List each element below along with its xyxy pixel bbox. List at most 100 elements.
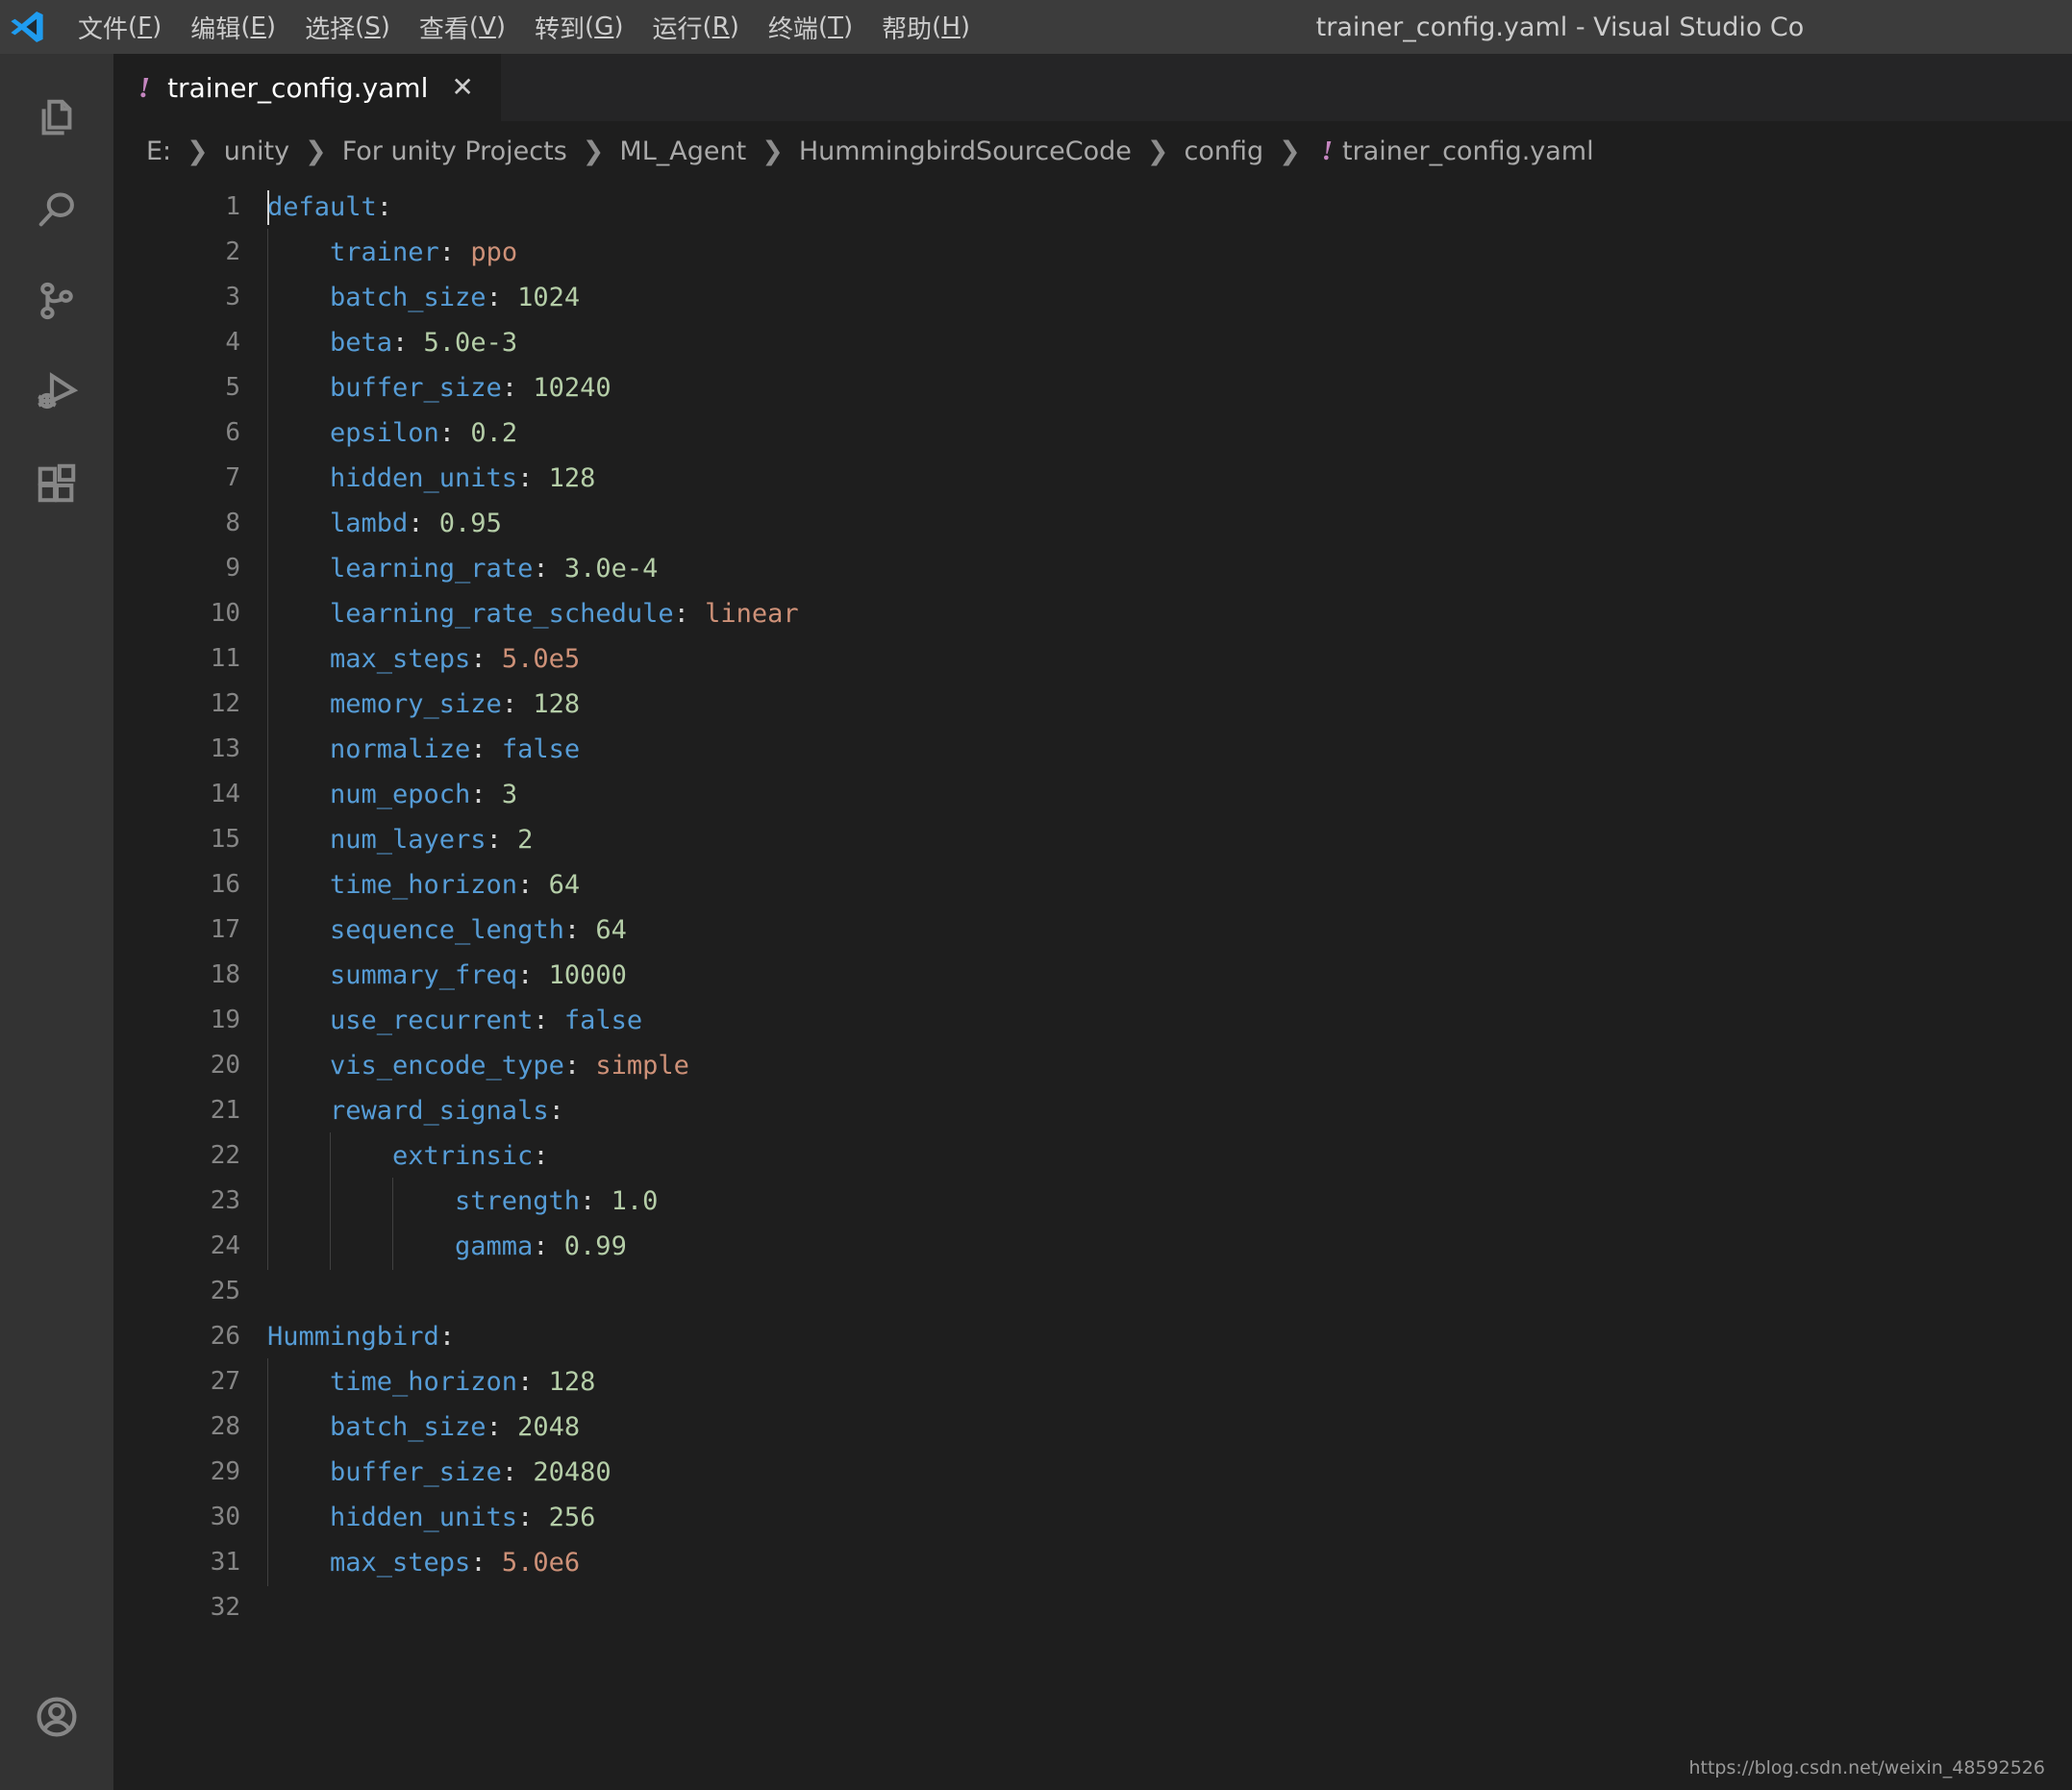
- line-number: 3: [225, 283, 240, 311]
- menu-item-label: 查看: [418, 14, 469, 44]
- code-line[interactable]: 2 trainer: ppo: [113, 229, 2072, 276]
- menu-item-mnemonic: (T): [817, 12, 854, 41]
- code-line[interactable]: 12 memory_size: 128: [113, 681, 2072, 728]
- token-colon: :: [438, 237, 471, 267]
- token-colon: :: [470, 780, 502, 809]
- code-line[interactable]: 22 extrinsic:: [113, 1132, 2072, 1180]
- code-line[interactable]: 3 batch_size: 1024: [113, 274, 2072, 321]
- code-line[interactable]: 28 batch_size: 2048: [113, 1404, 2072, 1451]
- token-key: batch_size: [330, 283, 487, 312]
- menu-item-f[interactable]: 文件 (F): [63, 0, 176, 54]
- indent-guide: [392, 1178, 393, 1225]
- activitybar-item-explorer[interactable]: [0, 75, 113, 166]
- token-colon: :: [438, 1322, 456, 1352]
- code-line[interactable]: 8 lambd: 0.95: [113, 500, 2072, 547]
- token-colon: :: [533, 1006, 564, 1035]
- code-line[interactable]: 32: [113, 1585, 2072, 1630]
- code-line[interactable]: 10 learning_rate_schedule: linear: [113, 590, 2072, 637]
- code-line[interactable]: 31 max_steps: 5.0e6: [113, 1539, 2072, 1586]
- breadcrumb-item[interactable]: trainer_config.yaml: [1338, 137, 1598, 166]
- editor-tab-trainer-config[interactable]: ! trainer_config.yaml ✕: [113, 54, 502, 121]
- code-line[interactable]: 5 buffer_size: 10240: [113, 364, 2072, 411]
- menu-item-h[interactable]: 帮助 (H): [867, 0, 985, 54]
- code-line-text: gamma: 0.99: [267, 1223, 2072, 1270]
- editor-tabs: ! trainer_config.yaml ✕: [113, 54, 2072, 121]
- code-editor[interactable]: 1 default: 2 trainer: ppo 3 batch_size: 1024 4…: [113, 181, 2072, 1790]
- menu-item-label: 终端: [767, 14, 818, 44]
- code-line[interactable]: 18 summary_freq: 10000: [113, 952, 2072, 999]
- token-key: vis_encode_type: [330, 1051, 564, 1081]
- code-line-text: Hummingbird:: [267, 1314, 2072, 1359]
- code-line[interactable]: 7 hidden_units: 128: [113, 455, 2072, 502]
- close-icon[interactable]: ✕: [445, 70, 479, 105]
- token-key: default: [267, 192, 377, 222]
- line-number: 18: [210, 960, 240, 989]
- token-key: num_layers: [330, 825, 487, 855]
- menu-item-label: 文件: [78, 14, 129, 44]
- breadcrumb-item[interactable]: config: [1180, 137, 1267, 166]
- menu-item-t[interactable]: 终端 (T): [754, 0, 867, 54]
- indent-guide: [267, 635, 268, 683]
- indent-guide: [392, 1223, 393, 1270]
- token-colon: :: [501, 689, 534, 719]
- code-line[interactable]: 27 time_horizon: 128: [113, 1358, 2072, 1405]
- code-line[interactable]: 14 num_epoch: 3: [113, 771, 2072, 818]
- token-colon: :: [517, 1367, 549, 1397]
- code-line[interactable]: 30 hidden_units: 256: [113, 1494, 2072, 1541]
- menu-item-mnemonic: (H): [932, 12, 971, 41]
- line-number: 30: [210, 1503, 240, 1531]
- token-num: 1.0: [611, 1186, 659, 1216]
- breadcrumb-item[interactable]: ML_Agent: [615, 137, 750, 166]
- code-line[interactable]: 16 time_horizon: 64: [113, 861, 2072, 908]
- line-number: 17: [210, 915, 240, 944]
- code-line[interactable]: 19 use_recurrent: false: [113, 997, 2072, 1044]
- menu-item-label: 帮助: [882, 14, 933, 44]
- code-line[interactable]: 29 buffer_size: 20480: [113, 1449, 2072, 1496]
- code-line[interactable]: 25: [113, 1269, 2072, 1314]
- breadcrumb-yaml-file-icon: !: [1321, 135, 1334, 166]
- menu-item-e[interactable]: 编辑 (E): [176, 0, 290, 54]
- menu-item-label: 选择: [305, 14, 356, 44]
- breadcrumb-item[interactable]: unity: [220, 137, 293, 166]
- breadcrumb-item[interactable]: For unity Projects: [338, 137, 571, 166]
- menu-item-s[interactable]: 选择 (S): [290, 0, 405, 54]
- activitybar-item-run-and-debug[interactable]: [0, 349, 113, 440]
- line-number: 16: [210, 870, 240, 899]
- menu-item-r[interactable]: 运行 (R): [638, 0, 754, 54]
- code-line[interactable]: 13 normalize: false: [113, 726, 2072, 773]
- code-line[interactable]: 15 num_layers: 2: [113, 816, 2072, 863]
- token-num: 0.2: [470, 418, 518, 448]
- token-bool: false: [563, 1006, 643, 1035]
- code-line[interactable]: 4 beta: 5.0e-3: [113, 319, 2072, 366]
- code-line[interactable]: 26 Hummingbird:: [113, 1314, 2072, 1359]
- indent-guide: [267, 997, 268, 1044]
- code-line[interactable]: 21 reward_signals:: [113, 1087, 2072, 1134]
- code-line-text: max_steps: 5.0e6: [267, 1539, 2072, 1586]
- token-num: 128: [533, 689, 581, 719]
- activitybar-item-accounts[interactable]: [0, 1674, 113, 1765]
- code-line[interactable]: 6 epsilon: 0.2: [113, 410, 2072, 457]
- indent-guide: [267, 1494, 268, 1541]
- code-line[interactable]: 11 max_steps: 5.0e5: [113, 635, 2072, 683]
- menu-item-v[interactable]: 查看 (V): [405, 0, 520, 54]
- code-line[interactable]: 20 vis_encode_type: simple: [113, 1042, 2072, 1089]
- token-colon: :: [533, 554, 564, 584]
- code-line[interactable]: 1 default:: [113, 185, 2072, 230]
- token-key: learning_rate_schedule: [330, 599, 674, 629]
- token-colon: :: [470, 1548, 502, 1578]
- code-line[interactable]: 24 gamma: 0.99: [113, 1223, 2072, 1270]
- token-str: linear: [705, 599, 799, 629]
- activitybar-item-search[interactable]: [0, 166, 113, 258]
- line-number: 29: [210, 1457, 240, 1486]
- line-number: 9: [225, 554, 240, 583]
- activitybar-item-source-control[interactable]: [0, 258, 113, 349]
- code-line[interactable]: 9 learning_rate: 3.0e-4: [113, 545, 2072, 592]
- menu-item-g[interactable]: 转到 (G): [520, 0, 637, 54]
- token-colon: :: [533, 1141, 549, 1171]
- breadcrumb-item[interactable]: HummingbirdSourceCode: [795, 137, 1136, 166]
- activitybar-item-extensions[interactable]: [0, 440, 113, 532]
- code-line[interactable]: 17 sequence_length: 64: [113, 907, 2072, 954]
- code-line[interactable]: 23 strength: 1.0: [113, 1178, 2072, 1225]
- breadcrumb-item[interactable]: E:: [142, 137, 175, 166]
- line-number: 19: [210, 1006, 240, 1034]
